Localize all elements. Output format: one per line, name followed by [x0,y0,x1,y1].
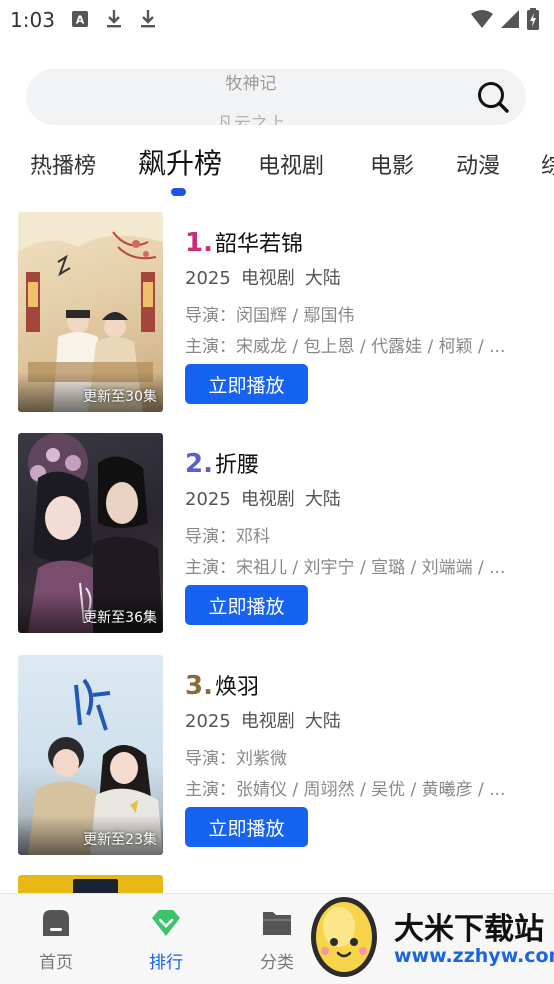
year: 2025 [185,489,231,510]
title-row: 1. 韶华若锦 [185,226,303,258]
watermark-url: www.zzhyw.com [394,945,554,967]
status-bar: 1:03 A [0,0,554,40]
cast: 主演：宋祖儿 / 刘宇宁 / 宣璐 / 刘端端 / ... [185,558,506,578]
show-title[interactable]: 焕羽 [215,669,259,701]
director: 导演：邓科 [185,527,270,547]
poster-image[interactable]: 更新至30集 [18,212,163,412]
play-button[interactable]: 立即播放 [185,585,308,625]
signal-icon [500,9,520,33]
diamond-icon [149,906,183,940]
cast: 主演：张婧仪 / 周翊然 / 吴优 / 黄曦彦 / ... [185,780,506,800]
type: 电视剧 [240,711,295,732]
tab-anime[interactable]: 动漫 [456,148,500,180]
episode-badge: 更新至36集 [83,610,157,626]
type: 电视剧 [240,489,295,510]
search-icon[interactable] [476,80,510,114]
region: 大陆 [304,268,341,289]
year: 2025 [185,711,231,732]
folder-icon [260,906,294,940]
battery-charging-icon [526,8,540,34]
play-button[interactable]: 立即播放 [185,807,308,847]
region: 大陆 [304,711,341,732]
tab-indicator [171,188,186,196]
play-button[interactable]: 立即播放 [185,364,308,404]
year: 2025 [185,268,231,289]
show-title[interactable]: 折腰 [215,447,259,479]
poster-image[interactable]: 更新至23集 [18,655,163,855]
director: 导演：刘紫微 [185,749,287,769]
list-item[interactable]: 更新至30集 1. 韶华若锦 2025 电视剧 大陆 导演：闵国辉 / 鄢国伟 主演… [18,212,538,412]
search-hint-current: 牧神记 [225,74,277,94]
title-row: 3. 焕羽 [185,669,259,701]
cast: 主演：宋威龙 / 包上恩 / 代露娃 / 柯颖 / ... [185,337,506,357]
poster-image[interactable]: 更新至36集 [18,433,163,633]
download-icon [104,8,124,30]
font-a-icon: A [70,8,90,30]
episode-badge: 更新至30集 [83,389,157,405]
category-tabs: 热播榜 飙升榜 电视剧 电影 动漫 综 [0,140,554,200]
nav-home[interactable]: 首页 [16,906,96,973]
list-item[interactable]: 更新至36集 2. 折腰 2025 电视剧 大陆 导演：邓科 主演：宋祖儿 / 刘宇… [18,433,538,633]
title-row: 2. 折腰 [185,447,259,479]
watermark-name: 大米下载站 [394,912,544,947]
rank-number: 3. [185,671,213,701]
tab-tv[interactable]: 电视剧 [258,148,324,180]
meta-info: 2025 电视剧 大陆 [185,707,351,733]
rank-number: 1. [185,228,213,258]
type: 电视剧 [240,268,295,289]
tab-hot[interactable]: 热播榜 [30,148,96,180]
nav-ranking-label: 排行 [149,953,183,973]
nav-ranking[interactable]: 排行 [126,906,206,973]
director: 导演：闵国辉 / 鄢国伟 [185,306,355,326]
episode-badge: 更新至23集 [83,832,157,848]
search-hint-next: 凡云之上 [217,114,285,125]
wifi-icon [470,9,494,33]
home-icon [39,906,73,940]
meta-info: 2025 电视剧 大陆 [185,485,351,511]
show-title[interactable]: 韶华若锦 [215,226,303,258]
tab-rising[interactable]: 飙升榜 [138,142,222,182]
list-item[interactable]: 更新至23集 3. 焕羽 2025 电视剧 大陆 导演：刘紫微 主演：张婧仪 / 周… [18,655,538,855]
system-icons [470,8,540,34]
rank-number: 2. [185,449,213,479]
download-icon [138,8,158,30]
region: 大陆 [304,489,341,510]
poster-image-partial[interactable] [18,875,163,895]
notification-icons: A [70,8,158,30]
nav-home-label: 首页 [39,953,73,973]
meta-info: 2025 电视剧 大陆 [185,264,351,290]
tab-movie[interactable]: 电影 [370,148,414,180]
search-bar[interactable]: 牧神记 凡云之上 [26,69,526,125]
status-time: 1:03 [10,8,55,32]
tab-variety[interactable]: 综 [541,148,554,180]
svg-text:A: A [76,14,85,27]
watermark-logo [305,887,383,979]
